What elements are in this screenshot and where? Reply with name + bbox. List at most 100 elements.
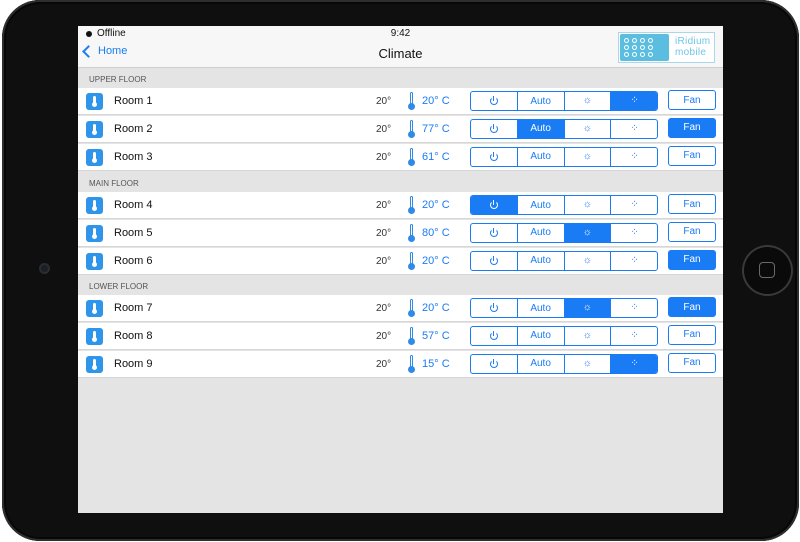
snowflake-icon: ⁘ (630, 226, 638, 238)
current-temperature: 57° C (422, 329, 450, 342)
fan-button[interactable]: Fan (668, 297, 716, 317)
room-row: Room 7 20° 20° C Auto ☼ ⁘ Fan (78, 295, 723, 322)
setpoint-value: 20° (376, 200, 392, 211)
mode-heat-button[interactable]: ☼ (563, 92, 611, 110)
mode-cool-button[interactable]: ⁘ (610, 251, 657, 270)
room-row: Room 2 20° 77° C Auto ☼ ⁘ Fan (78, 115, 723, 143)
section-title: UPPER FLOOR (89, 75, 147, 84)
room-row: Room 4 20° 20° C Auto ☼ ⁘ Fan (78, 192, 723, 219)
mode-auto-label: Auto (530, 227, 551, 239)
room-name: Room 9 (114, 357, 153, 370)
mode-power-button[interactable] (471, 120, 517, 138)
fan-button[interactable]: Fan (668, 145, 716, 166)
snowflake-icon: ⁘ (630, 199, 638, 210)
sun-icon: ☼ (582, 357, 592, 369)
mode-segmented-control: Auto ☼ ⁘ (470, 250, 658, 271)
current-temperature: 20° C (422, 199, 450, 211)
iridium-logo: iRidium mobile (618, 32, 715, 63)
fan-button[interactable]: Fan (668, 221, 716, 242)
power-icon (489, 96, 498, 105)
mode-auto-label: Auto (530, 199, 551, 211)
mode-cool-button[interactable]: ⁘ (610, 354, 657, 373)
section-header: UPPER FLOOR (78, 68, 723, 88)
sun-icon: ☼ (582, 122, 592, 134)
thermometer-app-icon (86, 224, 103, 242)
mode-auto-button[interactable]: Auto (516, 326, 564, 345)
mode-auto-button[interactable]: Auto (516, 251, 564, 270)
mode-auto-button[interactable]: Auto (516, 119, 564, 138)
fan-label: Fan (683, 301, 701, 313)
mode-heat-button[interactable]: ☼ (563, 196, 611, 214)
thermometer-app-icon (86, 300, 103, 317)
setpoint-value: 20° (376, 96, 392, 107)
mode-power-button[interactable] (471, 224, 517, 242)
camera-dot (39, 263, 50, 274)
mode-cool-button[interactable]: ⁘ (610, 147, 657, 166)
thermometer-icon (408, 326, 415, 345)
mode-segmented-control: Auto ☼ ⁘ (470, 353, 658, 374)
section-title: LOWER FLOOR (89, 282, 149, 291)
mode-heat-button[interactable]: ☼ (563, 223, 611, 242)
room-row: Room 9 20° 15° C Auto ☼ ⁘ Fan (78, 350, 723, 378)
mode-power-button[interactable] (471, 92, 517, 110)
mode-cool-button[interactable]: ⁘ (610, 326, 657, 345)
fan-button[interactable]: Fan (668, 324, 716, 345)
mode-cool-button[interactable]: ⁘ (610, 196, 657, 214)
fan-button[interactable]: Fan (668, 352, 716, 373)
mode-heat-button[interactable]: ☼ (563, 299, 611, 317)
thermometer-icon (408, 119, 415, 138)
mode-auto-button[interactable]: Auto (516, 223, 564, 242)
mode-power-button[interactable] (471, 355, 517, 373)
snowflake-icon: ⁘ (630, 302, 638, 313)
thermometer-icon (408, 251, 415, 270)
sun-icon: ☼ (582, 199, 592, 210)
mode-power-button[interactable] (471, 148, 517, 166)
power-icon (489, 358, 498, 368)
mode-cool-button[interactable]: ⁘ (610, 119, 657, 138)
mode-cool-button[interactable]: ⁘ (610, 92, 657, 110)
mode-auto-label: Auto (530, 358, 551, 370)
fan-button[interactable]: Fan (668, 249, 716, 270)
mode-cool-button[interactable]: ⁘ (610, 223, 657, 242)
room-name: Room 4 (114, 199, 153, 211)
mode-heat-button[interactable]: ☼ (563, 119, 611, 138)
mode-auto-label: Auto (530, 330, 551, 342)
fan-button[interactable]: Fan (668, 117, 716, 138)
section-header: MAIN FLOOR (78, 172, 723, 192)
mode-segmented-control: Auto ☼ ⁘ (470, 325, 658, 346)
snowflake-icon: ⁘ (630, 122, 638, 134)
current-temperature: 80° C (422, 226, 450, 239)
mode-auto-button[interactable]: Auto (516, 354, 564, 373)
fan-button[interactable]: Fan (668, 90, 716, 110)
current-temperature: 15° C (422, 357, 450, 370)
mode-power-button[interactable] (471, 196, 517, 214)
sun-icon: ☼ (582, 254, 592, 266)
sun-icon: ☼ (582, 329, 592, 341)
mode-heat-button[interactable]: ☼ (563, 251, 611, 270)
home-button[interactable] (742, 245, 793, 296)
room-name: Room 6 (114, 254, 153, 267)
fan-button[interactable]: Fan (668, 194, 716, 214)
mode-power-button[interactable] (471, 252, 517, 270)
mode-cool-button[interactable]: ⁘ (610, 299, 657, 317)
mode-heat-button[interactable]: ☼ (563, 354, 611, 373)
fan-label: Fan (683, 150, 701, 162)
mode-heat-button[interactable]: ☼ (563, 326, 611, 345)
mode-auto-button[interactable]: Auto (516, 147, 564, 166)
setpoint-value: 20° (376, 303, 392, 314)
logo-text: iRidium mobile (675, 36, 711, 58)
snowflake-icon: ⁘ (630, 254, 638, 266)
mode-auto-label: Auto (530, 151, 551, 163)
mode-auto-button[interactable]: Auto (516, 92, 564, 110)
mode-heat-button[interactable]: ☼ (563, 147, 611, 166)
mode-power-button[interactable] (471, 299, 517, 317)
power-icon (489, 255, 498, 265)
mode-segmented-control: Auto ☼ ⁘ (470, 298, 658, 318)
power-icon (489, 200, 498, 209)
fan-label: Fan (683, 94, 701, 106)
thermometer-icon (408, 299, 415, 317)
mode-auto-button[interactable]: Auto (516, 299, 564, 317)
mode-power-button[interactable] (471, 327, 517, 345)
room-row: Room 3 20° 61° C Auto ☼ ⁘ Fan (78, 143, 723, 171)
mode-auto-button[interactable]: Auto (516, 196, 564, 214)
